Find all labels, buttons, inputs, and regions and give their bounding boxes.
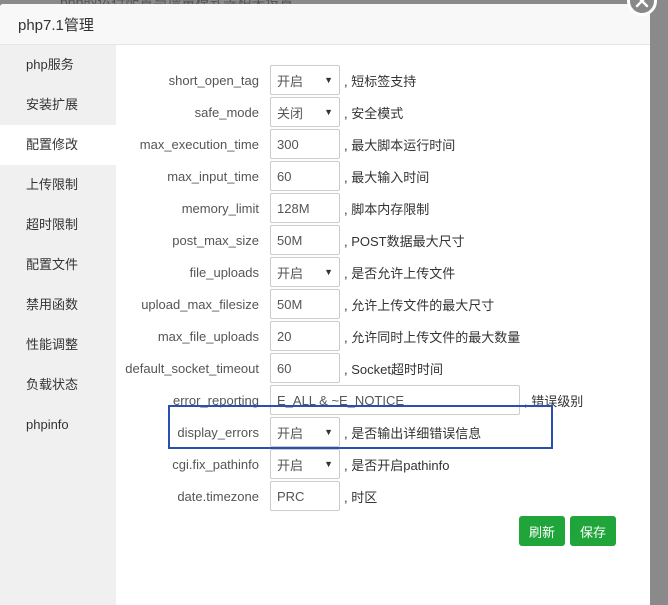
config-label-file-uploads: file_uploads (189, 264, 259, 280)
config-desc-cgi-fix-pathinfo: , 是否开启pathinfo (344, 457, 450, 473)
config-label-default-socket-timeout: default_socket_timeout (125, 360, 259, 376)
config-row-safe-mode: safe_mode 关闭 ▼ , 安全模式 (116, 96, 403, 128)
config-desc-post-max-size: , POST数据最大尺寸 (344, 233, 465, 249)
config-row-short-open-tag: short_open_tag 开启 ▼ , 短标签支持 (116, 64, 416, 96)
config-row-max-input-time: max_input_time 60, 最大输入时间 (116, 160, 429, 192)
config-row-date-timezone: date.timezone PRC, 时区 (116, 480, 377, 512)
post-max-size-input[interactable]: 50M (270, 225, 340, 255)
sidebar-item-config-edit[interactable]: 配置修改 (0, 125, 116, 165)
config-row-max-file-uploads: max_file_uploads 20, 允许同时上传文件的最大数量 (116, 320, 520, 352)
short-open-tag-select-value: 开启 (277, 73, 304, 89)
config-label-cgi-fix-pathinfo: cgi.fix_pathinfo (172, 456, 259, 472)
config-desc-default-socket-timeout: , Socket超时时间 (344, 361, 443, 377)
sidebar-item-load-status[interactable]: 负载状态 (0, 365, 116, 405)
sidebar-item-install-extension[interactable]: 安装扩展 (0, 85, 116, 125)
short-open-tag-select[interactable]: 开启 ▼ (270, 65, 340, 95)
config-desc-file-uploads: , 是否允许上传文件 (344, 265, 456, 281)
upload-max-filesize-input[interactable]: 50M (270, 289, 340, 319)
chevron-down-icon: ▼ (324, 75, 333, 85)
config-desc-safe-mode: , 安全模式 (344, 105, 404, 121)
chevron-down-icon: ▼ (324, 107, 333, 117)
display-errors-highlight (168, 405, 553, 449)
sidebar-item-timeout-limit[interactable]: 超时限制 (0, 205, 116, 245)
refresh-button[interactable]: 刷新 (519, 516, 565, 546)
php-manage-dialog: php7.1管理 php服务 安装扩展 配置修改 上传限制 超时限制 配置文件 … (0, 4, 650, 605)
config-label-post-max-size: post_max_size (172, 232, 259, 248)
memory-limit-input[interactable]: 128M (270, 193, 340, 223)
config-desc-upload-max-filesize: , 允许上传文件的最大尺寸 (344, 297, 495, 313)
config-row-default-socket-timeout: default_socket_timeout 60, Socket超时时间 (116, 352, 443, 384)
sidebar-item-phpinfo[interactable]: phpinfo (0, 405, 116, 445)
cgi-fix-pathinfo-select-value: 开启 (277, 457, 304, 473)
file-uploads-select-value: 开启 (277, 265, 304, 281)
config-label-date-timezone: date.timezone (177, 488, 259, 504)
safe-mode-select[interactable]: 关闭 ▼ (270, 97, 340, 127)
chevron-down-icon: ▼ (324, 267, 333, 277)
config-label-safe-mode: safe_mode (194, 104, 259, 120)
dialog-header: php7.1管理 (0, 4, 650, 45)
sidebar-item-php-service[interactable]: php服务 (0, 45, 116, 85)
config-row-memory-limit: memory_limit 128M, 脚本内存限制 (116, 192, 429, 224)
config-desc-date-timezone: , 时区 (344, 489, 378, 505)
config-row-upload-max-filesize: upload_max_filesize 50M, 允许上传文件的最大尺寸 (116, 288, 494, 320)
save-button[interactable]: 保存 (570, 516, 616, 546)
config-row-file-uploads: file_uploads 开启 ▼ , 是否允许上传文件 (116, 256, 455, 288)
config-label-max-input-time: max_input_time (167, 168, 259, 184)
max-input-time-input[interactable]: 60 (270, 161, 340, 191)
close-icon (635, 0, 649, 8)
config-label-memory-limit: memory_limit (181, 200, 259, 216)
date-timezone-input[interactable]: PRC (270, 481, 340, 511)
config-desc-memory-limit: , 脚本内存限制 (344, 201, 430, 217)
sidebar-item-config-file[interactable]: 配置文件 (0, 245, 116, 285)
config-label-short-open-tag: short_open_tag (168, 72, 259, 88)
config-label-max-file-uploads: max_file_uploads (157, 328, 259, 344)
safe-mode-select-value: 关闭 (277, 105, 304, 121)
config-desc-max-execution-time: , 最大脚本运行时间 (344, 137, 456, 153)
config-desc-max-file-uploads: , 允许同时上传文件的最大数量 (344, 329, 521, 345)
config-desc-max-input-time: , 最大输入时间 (344, 169, 430, 185)
file-uploads-select[interactable]: 开启 ▼ (270, 257, 340, 287)
config-row-post-max-size: post_max_size 50M, POST数据最大尺寸 (116, 224, 465, 256)
cgi-fix-pathinfo-select[interactable]: 开启 ▼ (270, 449, 340, 479)
sidebar-item-disabled-functions[interactable]: 禁用函数 (0, 285, 116, 325)
default-socket-timeout-input[interactable]: 60 (270, 353, 340, 383)
chevron-down-icon: ▼ (324, 459, 333, 469)
config-desc-short-open-tag: , 短标签支持 (344, 73, 417, 89)
sidebar-item-upload-limit[interactable]: 上传限制 (0, 165, 116, 205)
dialog-title: php7.1管理 (18, 16, 94, 34)
config-label-upload-max-filesize: upload_max_filesize (141, 296, 259, 312)
sidebar-item-performance[interactable]: 性能调整 (0, 325, 116, 365)
max-file-uploads-input[interactable]: 20 (270, 321, 340, 351)
config-label-max-execution-time: max_execution_time (139, 136, 259, 152)
config-row-cgi-fix-pathinfo: cgi.fix_pathinfo 开启 ▼ , 是否开启pathinfo (116, 448, 450, 480)
config-row-max-execution-time: max_execution_time 300, 最大脚本运行时间 (116, 128, 455, 160)
max-execution-time-input[interactable]: 300 (270, 129, 340, 159)
sidebar: php服务 安装扩展 配置修改 上传限制 超时限制 配置文件 禁用函数 性能调整… (0, 45, 116, 605)
